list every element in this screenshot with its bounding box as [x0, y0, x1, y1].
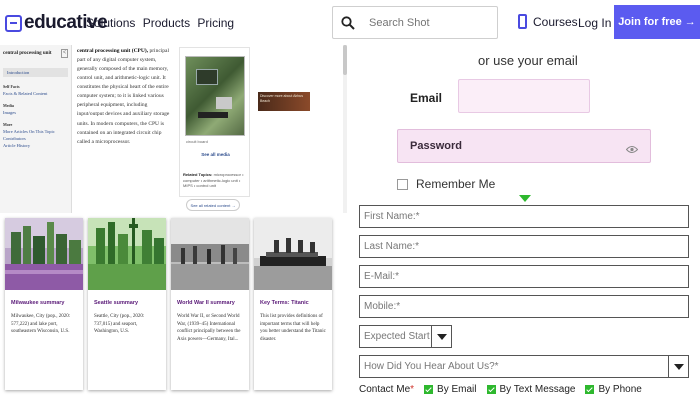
login-link[interactable]: Log In — [578, 16, 611, 30]
card-title[interactable]: World War II summary — [177, 300, 245, 306]
related-label: Related Topics: — [183, 172, 213, 177]
sidebar-header: central processing unit < — [3, 49, 68, 58]
ad-banner[interactable]: Discover more about Airbus Beach — [258, 92, 310, 111]
nav-pricing[interactable]: Pricing — [197, 16, 234, 30]
contact-label: Contact Me — [359, 384, 411, 395]
card-title[interactable]: Seattle summary — [94, 300, 162, 306]
scroll-thumb[interactable] — [343, 45, 347, 75]
sidebar-group-label: More — [3, 122, 13, 127]
card-description: World War II, or Second World War, (1939… — [177, 314, 241, 342]
circuit-board-image[interactable] — [185, 56, 245, 136]
card-description: This list provides definitions of import… — [260, 314, 326, 342]
search-icon — [341, 15, 363, 30]
see-all-related-button[interactable]: See all related content → — [186, 199, 240, 211]
sidebar-item-more-articles[interactable]: More Articles On This Topic — [3, 129, 68, 134]
top-nav: educative Solutions Products Pricing Cou… — [0, 0, 700, 45]
card-description: Milwaukee, City (pop., 2020: 577,222) an… — [11, 314, 71, 334]
media-caption: circuit board — [186, 139, 208, 144]
option-label: By Email — [437, 384, 477, 395]
sidebar-group-label: Self Facts — [3, 84, 20, 89]
checkbox-checked-icon[interactable] — [585, 385, 595, 394]
contact-option-email[interactable]: By Email — [424, 384, 477, 395]
eye-icon[interactable] — [625, 141, 639, 159]
contact-me-row: Contact Me * By Email By Text Message By … — [359, 384, 642, 395]
password-label: Password — [410, 140, 462, 152]
card-title[interactable]: Milwaukee summary — [11, 300, 79, 306]
option-label: By Text Message — [499, 384, 576, 395]
article-text: principal part of any digital computer s… — [77, 48, 170, 145]
sidebar-item-facts[interactable]: Facts & Related Content — [3, 91, 68, 96]
signup-form: or use your email Email Password Remembe… — [353, 45, 700, 400]
checkbox-checked-icon[interactable] — [486, 385, 496, 394]
card-seattle[interactable]: Seattle summary Seattle, City (pop., 202… — [88, 218, 166, 390]
mobile-field[interactable]: Mobile:* — [359, 295, 689, 318]
expected-start-select[interactable]: Expected Start Year — [359, 325, 452, 348]
phone-icon — [518, 14, 527, 29]
expected-start-label: Expected Start Year — [364, 331, 432, 342]
first-name-field[interactable]: First Name:* — [359, 205, 689, 228]
related-topics: Related Topics: microprocessor • compute… — [183, 172, 249, 189]
sidebar-item-images[interactable]: Images — [3, 110, 68, 115]
email-field[interactable]: E-Mail:* — [359, 265, 689, 288]
join-button[interactable]: Join for free → — [614, 5, 700, 39]
seattle-image — [88, 218, 166, 290]
sidebar-item-history[interactable]: Article History — [3, 143, 68, 148]
hear-about-label: How Did You Hear About Us?* — [364, 361, 499, 372]
checkbox-checked-icon[interactable] — [424, 385, 434, 394]
hear-about-select[interactable]: How Did You Hear About Us?* — [359, 355, 689, 378]
card-title[interactable]: Key Terms: Titanic — [260, 300, 328, 306]
milwaukee-image — [5, 218, 83, 290]
password-field[interactable]: Password — [397, 129, 651, 163]
logo-icon — [5, 14, 22, 32]
article-term: central processing unit (CPU), — [77, 48, 149, 54]
courses-link[interactable]: Courses — [518, 14, 578, 29]
nav-links: Solutions Products Pricing — [86, 16, 238, 30]
see-all-media-link[interactable]: See all media — [180, 152, 251, 157]
titanic-image — [254, 218, 332, 290]
sidebar-item-introduction[interactable]: Introduction — [3, 68, 68, 77]
sidebar-item-contributors[interactable]: Contributors — [3, 136, 68, 141]
card-milwaukee[interactable]: Milwaukee summary Milwaukee, City (pop.,… — [5, 218, 83, 390]
required-marker: * — [410, 384, 415, 395]
dropdown-arrow-icon[interactable] — [431, 326, 451, 347]
remember-me[interactable]: Remember Me — [397, 177, 495, 191]
sidebar-title: central processing unit — [3, 51, 52, 56]
article-sidebar: central processing unit < Introduction S… — [0, 45, 72, 213]
article-body: central processing unit (CPU), principal… — [77, 47, 175, 147]
contact-option-text[interactable]: By Text Message — [486, 384, 576, 395]
card-world-war-ii[interactable]: World War II summary World War II, or Se… — [171, 218, 249, 390]
email-label: Email — [410, 91, 443, 105]
encyclopedia-panel: central processing unit < Introduction S… — [0, 45, 347, 213]
card-titanic[interactable]: Key Terms: Titanic This list provides de… — [254, 218, 332, 390]
last-name-field[interactable]: Last Name:* — [359, 235, 689, 258]
email-input[interactable] — [458, 79, 590, 113]
page: educative Solutions Products Pricing Cou… — [0, 0, 700, 400]
collapse-icon[interactable]: < — [61, 49, 68, 58]
search-input[interactable] — [369, 16, 489, 29]
nav-products[interactable]: Products — [143, 16, 190, 30]
or-use-email-text: or use your email — [478, 53, 578, 68]
remember-label: Remember Me — [416, 177, 496, 191]
media-card: circuit board See all media Related Topi… — [179, 47, 250, 197]
sidebar-group-label: Media — [3, 103, 14, 108]
chevron-down-icon — [519, 195, 531, 202]
world-war-ii-image — [171, 218, 249, 290]
scrollbar[interactable] — [343, 45, 347, 213]
option-label: By Phone — [598, 384, 642, 395]
card-description: Seattle, City (pop., 2020: 737,015) and … — [94, 314, 145, 334]
contact-option-phone[interactable]: By Phone — [585, 384, 642, 395]
nav-solutions[interactable]: Solutions — [86, 16, 135, 30]
dropdown-arrow-icon[interactable] — [668, 356, 688, 377]
courses-label: Courses — [533, 14, 578, 29]
remember-checkbox[interactable] — [397, 178, 408, 190]
search-bar[interactable] — [332, 6, 498, 39]
